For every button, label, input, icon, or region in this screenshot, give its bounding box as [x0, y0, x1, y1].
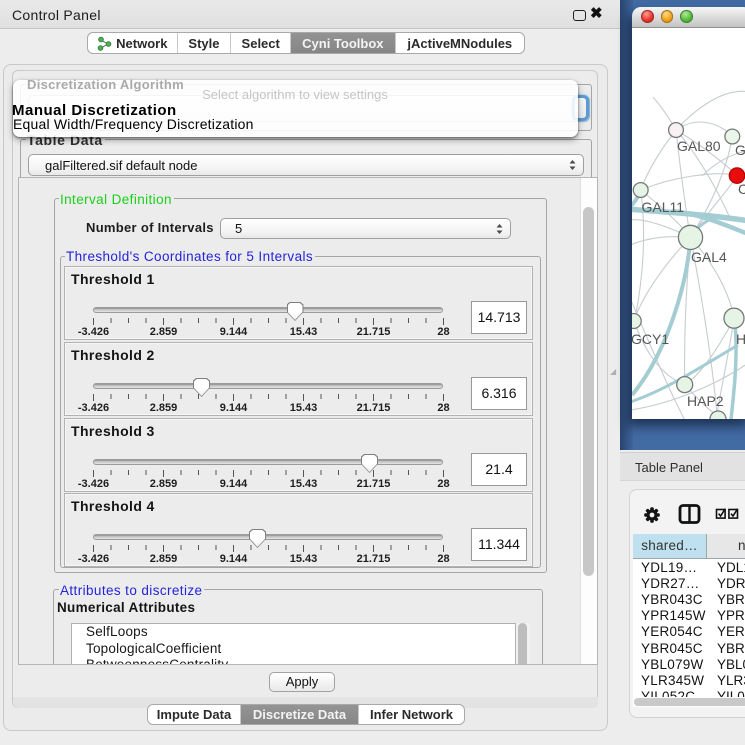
- svg-text:CY: CY: [738, 181, 745, 197]
- svg-text:GAL11: GAL11: [642, 199, 685, 215]
- svg-text:GCY1: GCY1: [632, 331, 669, 347]
- svg-text:GAL80: GAL80: [677, 138, 721, 154]
- svg-text:GAL4: GAL4: [691, 249, 727, 265]
- svg-text:HAP2: HAP2: [687, 393, 724, 409]
- svg-text:GA: GA: [735, 142, 745, 158]
- svg-text:HA: HA: [736, 331, 745, 347]
